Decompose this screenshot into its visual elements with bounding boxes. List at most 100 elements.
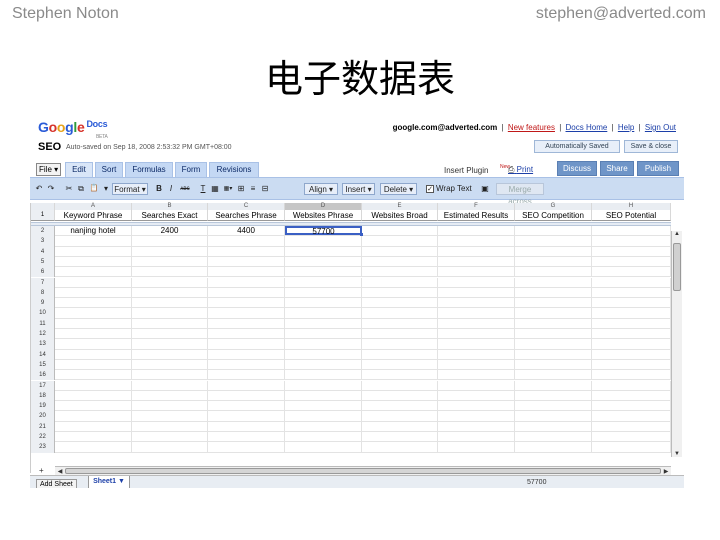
column-header-b[interactable]: B — [132, 203, 208, 210]
delete-dropdown[interactable]: Delete ▾ — [380, 183, 417, 195]
row-number[interactable]: 23 — [31, 442, 55, 453]
grid-cell[interactable] — [362, 236, 438, 246]
row-number[interactable]: 6 — [31, 267, 55, 278]
share-button[interactable]: Share — [600, 161, 634, 176]
grid-cell[interactable] — [362, 318, 438, 328]
grid-cell[interactable] — [515, 298, 592, 308]
grid-cell[interactable] — [55, 287, 132, 298]
header-cell[interactable]: Searches Exact — [132, 210, 208, 221]
grid-cell[interactable] — [208, 329, 285, 339]
grid-cell[interactable] — [438, 277, 515, 287]
align-left-icon[interactable]: ≡ — [248, 183, 258, 195]
grid-cell[interactable] — [285, 349, 362, 359]
grid-cell[interactable] — [592, 401, 671, 411]
grid-cell[interactable] — [55, 390, 132, 401]
grid-cell[interactable] — [285, 401, 362, 411]
grid-cell[interactable] — [438, 359, 515, 370]
grid-cell[interactable] — [438, 308, 515, 318]
grid-cell[interactable] — [285, 370, 362, 380]
docs-home-link[interactable]: Docs Home — [566, 123, 608, 132]
grid-cell[interactable] — [362, 411, 438, 421]
grid-cell[interactable] — [208, 390, 285, 401]
grid-cell[interactable] — [362, 226, 438, 236]
grid-cell[interactable] — [592, 256, 671, 267]
grid-cell[interactable] — [438, 246, 515, 256]
grid-cell[interactable] — [285, 267, 362, 277]
sheet-tab-sheet1[interactable]: Sheet1 ▼ — [88, 476, 130, 488]
grid-cell[interactable] — [132, 421, 208, 431]
horizontal-scroll-thumb[interactable] — [65, 468, 661, 474]
horizontal-scrollbar[interactable]: ◀ ▶ — [55, 466, 671, 475]
grid-cell[interactable] — [515, 318, 592, 328]
grid-cell[interactable] — [362, 359, 438, 370]
grid-cell[interactable] — [592, 370, 671, 380]
merge-icon[interactable]: ▣ — [480, 183, 490, 195]
row-number[interactable]: 2 — [31, 226, 55, 237]
strikethrough-button[interactable]: ᴀʙᴄ — [178, 183, 192, 195]
grid-cell[interactable] — [515, 421, 592, 431]
vertical-scrollbar[interactable]: ▲ ▼ — [671, 231, 682, 457]
help-link[interactable]: Help — [618, 123, 634, 132]
grid-cell[interactable] — [362, 329, 438, 339]
row-number[interactable]: 7 — [31, 277, 55, 288]
grid-cell[interactable] — [438, 432, 515, 442]
discuss-button[interactable]: Discuss — [557, 161, 597, 176]
automatically-saved-button[interactable]: Automatically Saved — [534, 140, 620, 153]
grid-cell[interactable] — [438, 236, 515, 246]
row-number[interactable]: 9 — [31, 298, 55, 309]
grid-cell[interactable] — [208, 287, 285, 298]
grid-cell[interactable] — [515, 287, 592, 298]
grid-cell[interactable] — [362, 442, 438, 452]
grid-cell[interactable] — [592, 329, 671, 339]
grid-cell[interactable] — [362, 267, 438, 277]
grid-cell[interactable] — [132, 380, 208, 390]
column-header-e[interactable]: E — [362, 203, 438, 210]
grid-cell[interactable] — [208, 267, 285, 277]
grid-cell[interactable] — [515, 339, 592, 349]
grid-cell[interactable] — [132, 432, 208, 442]
grid-cell[interactable] — [515, 246, 592, 256]
grid-cell[interactable] — [438, 339, 515, 349]
add-row-button[interactable]: + — [39, 466, 44, 475]
grid-cell[interactable] — [132, 256, 208, 267]
row-number[interactable]: 15 — [31, 359, 55, 371]
tab-sort[interactable]: Sort — [95, 162, 123, 177]
publish-button[interactable]: Publish — [637, 161, 679, 176]
grid-cell[interactable] — [132, 329, 208, 339]
align-right-icon[interactable]: ⊟ — [260, 183, 270, 195]
grid-cell[interactable] — [208, 298, 285, 308]
grid-cell[interactable] — [208, 411, 285, 421]
tab-edit[interactable]: Edit — [65, 162, 93, 177]
grid-cell[interactable] — [515, 442, 592, 452]
grid-cell[interactable] — [362, 380, 438, 390]
grid-cell[interactable] — [592, 226, 671, 236]
grid-cell[interactable] — [438, 411, 515, 421]
grid-cell[interactable] — [515, 308, 592, 318]
column-header-d[interactable]: D — [285, 203, 362, 210]
paste-icon[interactable]: 📋 — [88, 183, 100, 195]
tab-formulas[interactable]: Formulas — [125, 162, 173, 177]
column-header-f[interactable]: F — [438, 203, 515, 210]
grid-cell[interactable] — [592, 442, 671, 452]
grid-cell[interactable] — [515, 277, 592, 287]
grid-cell[interactable] — [208, 370, 285, 380]
scroll-down-icon[interactable]: ▼ — [672, 451, 682, 457]
grid-cell[interactable] — [362, 246, 438, 256]
grid-cell[interactable] — [55, 442, 132, 452]
row-number[interactable]: 10 — [31, 308, 55, 319]
grid-cell[interactable] — [438, 349, 515, 359]
grid-cell[interactable] — [55, 380, 132, 390]
grid-cell[interactable] — [438, 370, 515, 380]
grid-cell[interactable] — [132, 359, 208, 370]
grid-cell[interactable] — [515, 236, 592, 246]
grid-cell[interactable]: 4400 — [208, 226, 285, 236]
row-number[interactable]: 1 — [31, 210, 55, 221]
paint-format-icon[interactable]: ▾ — [102, 183, 110, 195]
grid-cell[interactable] — [285, 329, 362, 339]
grid-cell[interactable] — [515, 256, 592, 267]
grid-cell[interactable] — [362, 287, 438, 298]
grid-cell[interactable] — [285, 246, 362, 256]
grid-cell[interactable] — [592, 432, 671, 442]
grid-cell[interactable] — [515, 359, 592, 370]
column-header-c[interactable]: C — [208, 203, 285, 210]
